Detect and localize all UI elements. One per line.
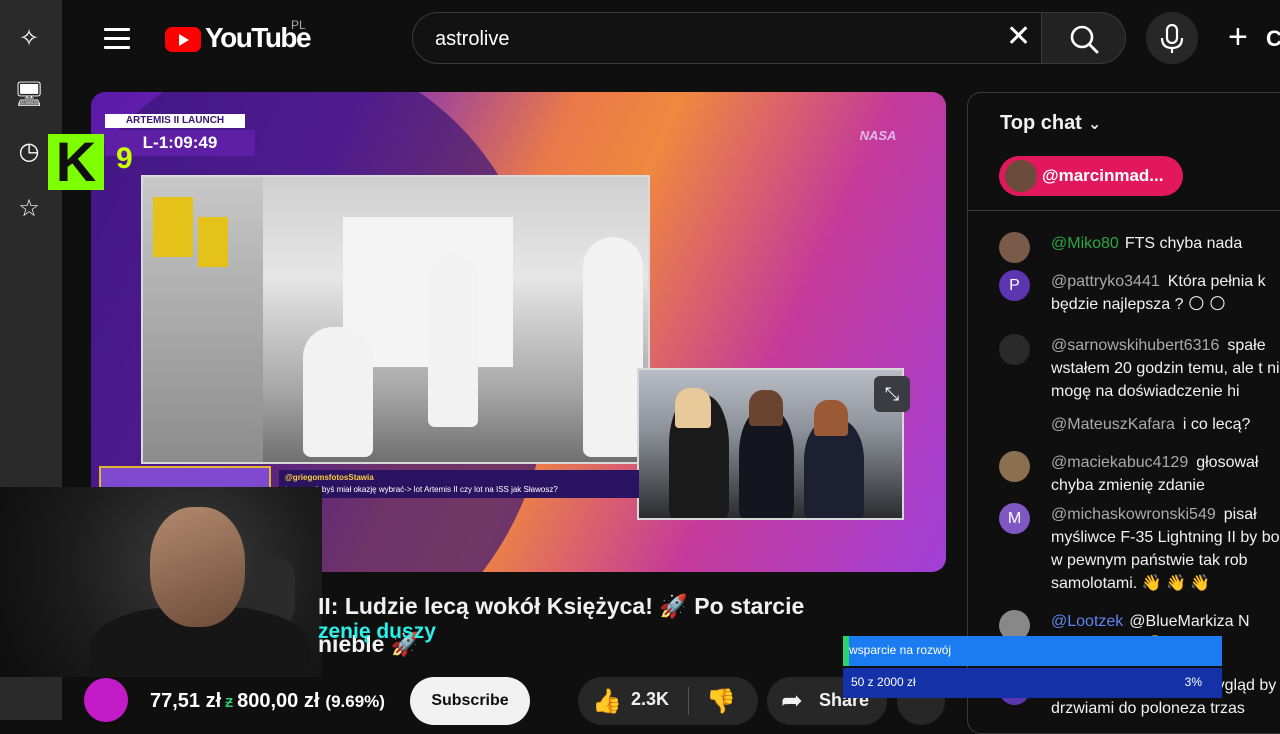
chat-mode-dropdown[interactable]: Top chat ⌄ xyxy=(1000,112,1101,135)
ticker-text: teusz- gdybyś miał okazję wybrać-> lot A… xyxy=(285,485,558,494)
create-plus-icon[interactable]: + xyxy=(1228,20,1248,54)
donation-current: 77,51 zł xyxy=(150,690,222,712)
chat-username[interactable]: @Lootzek xyxy=(1051,613,1123,630)
chat-username[interactable]: @MateuszKafara xyxy=(1051,416,1175,433)
voice-search-button[interactable] xyxy=(1146,12,1198,64)
video-title: II: Ludzie lecą wokół Księżyca! 🚀 Po sta… xyxy=(318,593,805,619)
chat-avatar[interactable] xyxy=(999,232,1030,263)
donation-goal-label: wsparcie na rozwój xyxy=(849,643,952,657)
chat-mode-label: Top chat xyxy=(1000,112,1082,134)
chat-username[interactable]: @michaskowronski549 xyxy=(1051,506,1216,523)
pinned-user-name: @marcinmad... xyxy=(1042,166,1164,185)
like-count[interactable]: 2.3K xyxy=(631,689,669,710)
donation-goal: 800,00 zł xyxy=(237,690,320,712)
clear-search-icon[interactable]: ✕ xyxy=(1006,22,1031,52)
ticker-user: @griegomsfotosStawia xyxy=(285,473,374,482)
history-icon[interactable]: ◷ xyxy=(14,137,44,167)
chat-avatar[interactable]: M xyxy=(999,503,1030,534)
donation-goal-progress: 50 z 2000 zł xyxy=(851,675,916,689)
menu-icon[interactable] xyxy=(104,28,130,50)
chat-username[interactable]: @Miko80 xyxy=(1051,235,1119,252)
thumbs-up-icon[interactable]: 👍 xyxy=(592,687,622,716)
chat-username[interactable]: @maciekabuc4129 xyxy=(1051,454,1188,471)
chat-text: i co lecą? xyxy=(1182,416,1251,433)
chat-avatar[interactable] xyxy=(999,413,1030,444)
donation-goal-percent: 3% xyxy=(1184,675,1202,689)
overlay-caption: zenię duszy xyxy=(318,620,436,643)
sparkle-icon[interactable]: ✧ xyxy=(14,24,44,54)
search-icon xyxy=(1070,25,1099,54)
chevron-down-icon: ⌄ xyxy=(1087,116,1102,133)
k9-overlay-number: 9 xyxy=(116,142,133,175)
chat-avatar[interactable] xyxy=(999,451,1030,482)
search-input[interactable] xyxy=(433,25,997,53)
monitor-icon[interactable]: 🖥 xyxy=(14,80,44,110)
chat-ticker: @griegomsfotosStawia teusz- gdybyś miał … xyxy=(279,470,639,498)
launch-badge: ARTEMIS II LAUNCH xyxy=(105,114,245,128)
chat-avatar[interactable]: P xyxy=(999,270,1030,301)
search-button[interactable] xyxy=(1042,12,1126,64)
chat-divider xyxy=(968,210,1280,211)
share-arrow-icon: ➦ xyxy=(781,685,803,715)
chat-avatar[interactable] xyxy=(999,334,1030,365)
subscribe-button[interactable]: Subscribe xyxy=(410,677,530,725)
capsule-camera-feed xyxy=(141,175,650,464)
interview-camera-feed xyxy=(637,368,904,520)
chat-text: FTS chyba nada xyxy=(1124,235,1243,252)
create-button-label[interactable]: C xyxy=(1266,26,1280,52)
donation-percent: (9.69%) xyxy=(325,692,385,711)
donation-total: 77,51 zł Ƶ 800,00 zł (9.69%) xyxy=(150,690,385,713)
pinned-chat-user[interactable]: @marcinmad... xyxy=(999,156,1183,196)
streamer-webcam xyxy=(0,487,322,677)
search-box[interactable] xyxy=(412,12,1042,64)
thumbs-down-icon[interactable]: 👎 xyxy=(706,687,736,716)
country-code: PL xyxy=(291,18,306,32)
microphone-icon xyxy=(1160,23,1184,53)
chat-username[interactable]: @sarnowskihubert6316 xyxy=(1051,337,1219,354)
pinned-user-avatar xyxy=(1005,160,1037,192)
k9-overlay-logo: K xyxy=(48,134,104,190)
chat-username[interactable]: @pattryko3441 xyxy=(1051,273,1160,290)
channel-avatar[interactable] xyxy=(84,678,128,722)
zloty-icon: Ƶ xyxy=(225,695,234,710)
youtube-logo-icon[interactable] xyxy=(165,27,201,52)
star-icon[interactable]: ☆ xyxy=(14,194,44,224)
like-dislike-group: 👍 2.3K 👎 xyxy=(578,677,758,725)
pip-expand-icon[interactable]: ⤡ xyxy=(874,376,910,412)
donation-goal-widget: wsparcie na rozwój 50 z 2000 zł 3% xyxy=(843,636,1222,698)
nasa-logo: NASA xyxy=(859,128,897,143)
